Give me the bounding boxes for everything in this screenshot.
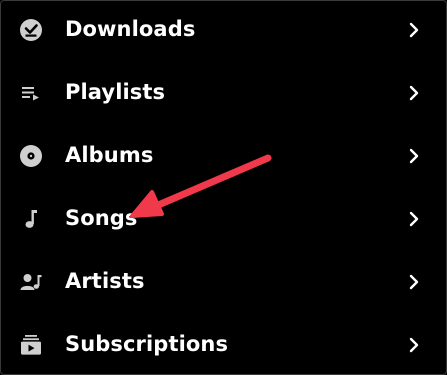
menu-item-label: Subscriptions (65, 332, 229, 356)
playlist-icon (18, 80, 44, 106)
chevron-right-icon (407, 83, 421, 103)
subscriptions-icon (18, 332, 44, 358)
artist-icon (18, 269, 44, 295)
menu-item-subscriptions[interactable]: Subscriptions (0, 315, 447, 375)
menu-item-songs[interactable]: Songs (0, 189, 447, 249)
chevron-right-icon (407, 209, 421, 229)
chevron-right-icon (407, 335, 421, 355)
download-check-icon (18, 17, 44, 43)
menu-item-label: Songs (65, 206, 138, 230)
menu-item-playlists[interactable]: Playlists (0, 63, 447, 123)
menu-item-albums[interactable]: Albums (0, 126, 447, 186)
menu-item-artists[interactable]: Artists (0, 252, 447, 312)
album-disc-icon (18, 143, 44, 169)
chevron-right-icon (407, 146, 421, 166)
menu-item-downloads[interactable]: Downloads (0, 0, 447, 60)
chevron-right-icon (407, 272, 421, 292)
menu-item-label: Downloads (65, 17, 196, 41)
chevron-right-icon (407, 20, 421, 40)
library-menu: Downloads Playlists Albums Songs Artists… (0, 0, 447, 375)
music-note-icon (18, 206, 44, 232)
menu-item-label: Playlists (65, 80, 166, 104)
menu-item-label: Artists (65, 269, 145, 293)
menu-item-label: Albums (65, 143, 154, 167)
